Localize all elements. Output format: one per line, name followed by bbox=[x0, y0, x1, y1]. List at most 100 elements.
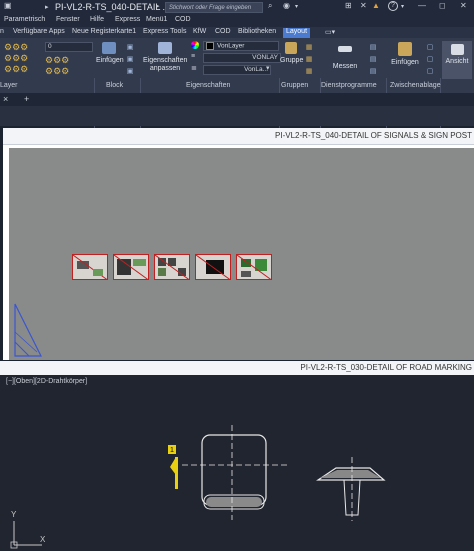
ucs-axis-icon: Y X bbox=[10, 510, 46, 549]
color-dropdown[interactable]: VonLayer bbox=[203, 41, 279, 51]
panel-label-clipboard[interactable]: Zwischenablage bbox=[390, 82, 441, 89]
file-tab-bar: × + bbox=[0, 93, 474, 106]
menu-express[interactable]: Express bbox=[115, 16, 140, 23]
autodesk-a-icon[interactable]: ▲ bbox=[372, 1, 380, 10]
menu-menue1[interactable]: Menü1 bbox=[146, 16, 167, 23]
grip-number: 1 bbox=[170, 447, 174, 454]
group-button[interactable]: Gruppe bbox=[280, 42, 304, 65]
clipboard-tool-icons[interactable]: ▢ ▢ ▢ bbox=[424, 42, 436, 78]
paste-label: Einfügen bbox=[391, 59, 419, 66]
view-button[interactable]: Ansicht bbox=[442, 41, 472, 79]
sheet-thumbnail bbox=[196, 255, 230, 279]
marker-front-view bbox=[182, 425, 290, 520]
tab-cod[interactable]: COD bbox=[215, 28, 231, 35]
layer-tool-icons[interactable]: ⚙⚙⚙ ⚙⚙⚙ ⚙⚙⚙ bbox=[4, 42, 42, 78]
match-properties-button[interactable]: Eigenschaften anpassen bbox=[143, 42, 187, 73]
tab-kfw[interactable]: KfW bbox=[193, 28, 206, 35]
dimension-grip[interactable]: 1 bbox=[168, 445, 178, 489]
color-swatch bbox=[206, 42, 214, 50]
search-input[interactable]: Stichwort oder Frage eingeben bbox=[165, 2, 263, 13]
lineweight-icon[interactable]: ≣ bbox=[191, 65, 197, 73]
insert-block-icon bbox=[102, 42, 116, 54]
panel-label-utilities[interactable]: Dienstprogramme bbox=[321, 82, 377, 89]
menu-parametrisch[interactable]: Parametrisch bbox=[4, 16, 45, 23]
group-label: Gruppe bbox=[280, 57, 304, 64]
marker-side-view bbox=[316, 457, 386, 521]
app-title: PI-VL2-R-TS_040-DETAIL ... bbox=[55, 2, 171, 12]
layer-dropdown[interactable]: 0 bbox=[45, 42, 93, 52]
menu-fenster[interactable]: Fenster bbox=[56, 16, 80, 23]
tab-stub[interactable]: n bbox=[0, 28, 4, 35]
help-dropdown-icon[interactable]: ▾ bbox=[401, 3, 404, 10]
user-icon[interactable]: ◉ bbox=[283, 1, 290, 10]
axis-y-label: Y bbox=[11, 510, 17, 519]
paste-icon bbox=[398, 42, 412, 56]
lineweight-dropdown[interactable]: VonLa... bbox=[203, 65, 271, 75]
view-label: Ansicht bbox=[445, 58, 469, 65]
layout-sheet-2[interactable] bbox=[113, 254, 149, 280]
layout-window-bottom[interactable]: PI-VL2-R-TS_030-DETAIL OF ROAD MARKING [… bbox=[0, 361, 474, 551]
layout-window-top[interactable]: PI-VL2-R-TS_040-DETAIL OF SIGNALS & SIGN… bbox=[3, 128, 474, 360]
model-space-canvas[interactable]: 1 Y X bbox=[0, 375, 474, 551]
menu-cod[interactable]: COD bbox=[175, 16, 191, 23]
cart-icon[interactable]: ⊞ bbox=[345, 1, 352, 10]
linetype-value: VONLAY bbox=[252, 54, 278, 61]
window-title-bar[interactable]: PI-VL2-R-TS_040-DETAIL OF SIGNALS & SIGN… bbox=[3, 128, 474, 145]
layout-sheet-1[interactable] bbox=[72, 254, 108, 280]
search-icon[interactable]: ⌕ bbox=[268, 1, 272, 11]
tab-neue-registerkarte1[interactable]: Neue Registerkarte1 bbox=[72, 28, 136, 35]
play-icon[interactable]: ▸ bbox=[45, 3, 49, 11]
ribbon: ⚙⚙⚙ ⚙⚙⚙ ⚙⚙⚙ 0 ⚙⚙⚙ ⚙⚙⚙ Einfügen ▣ ▣ ▣ Eigensch… bbox=[0, 38, 474, 130]
paste-button[interactable]: Einfügen bbox=[390, 42, 420, 67]
insert-block-button[interactable]: Einfügen bbox=[96, 42, 124, 65]
help-icon[interactable]: ? bbox=[388, 1, 398, 11]
group-tool-icons[interactable]: ▦ ▦ ▦ bbox=[304, 42, 314, 78]
layer-buttons[interactable]: ⚙⚙⚙ ⚙⚙⚙ bbox=[45, 55, 93, 79]
axis-x-label: X bbox=[40, 535, 46, 544]
view-icon bbox=[450, 44, 464, 55]
sheet-thumbnail bbox=[73, 255, 107, 279]
panel-label-block[interactable]: Block bbox=[106, 82, 123, 89]
search-arrow-icon[interactable]: ▸ bbox=[156, 2, 160, 10]
layout-sheet-4[interactable] bbox=[195, 254, 231, 280]
exchange-icon[interactable]: ✕ bbox=[360, 1, 367, 10]
ribbon-tabs: n Verfügbare Apps Neue Registerkarte1 Ex… bbox=[0, 27, 474, 38]
quick-access-icon[interactable]: ▣ bbox=[4, 1, 12, 10]
title-bar: ▣ ▸ PI-VL2-R-TS_040-DETAIL ... ▸ Stichwo… bbox=[0, 0, 474, 15]
tab-verfuegbare-apps[interactable]: Verfügbare Apps bbox=[13, 28, 65, 35]
utility-tool-icons[interactable]: ▤ ▤ ▤ bbox=[366, 42, 380, 78]
layout-sheet-3[interactable] bbox=[154, 254, 190, 280]
group-icon bbox=[285, 42, 297, 54]
tab-overflow-icon[interactable]: ▭▾ bbox=[325, 28, 335, 36]
restore-icon[interactable]: ◻ bbox=[439, 1, 446, 10]
insert-block-label: Einfügen bbox=[96, 57, 124, 64]
linetype-dropdown[interactable]: VONLAY bbox=[203, 53, 281, 63]
block-tool-icons[interactable]: ▣ ▣ ▣ bbox=[124, 42, 136, 78]
close-file-tab-icon[interactable]: × bbox=[3, 94, 8, 104]
transparency-icon[interactable]: ▾ bbox=[266, 65, 270, 73]
measure-button[interactable]: Messen bbox=[328, 46, 362, 71]
menu-bar: Parametrisch Fenster Hilfe Express Menü1… bbox=[0, 15, 474, 27]
linetype-icon[interactable]: ≡ bbox=[191, 53, 195, 61]
window-title-bar[interactable]: PI-VL2-R-TS_030-DETAIL OF ROAD MARKING bbox=[0, 361, 474, 375]
panel-label-properties[interactable]: Eigenschaften bbox=[186, 82, 230, 89]
tab-bibliotheken[interactable]: Bibliotheken bbox=[238, 28, 276, 35]
lineweight-value: VonLa... bbox=[244, 66, 268, 73]
paper-space-canvas[interactable] bbox=[9, 148, 474, 360]
color-wheel-icon[interactable] bbox=[191, 41, 199, 49]
panel-label-groups[interactable]: Gruppen bbox=[281, 82, 308, 89]
new-file-tab-icon[interactable]: + bbox=[24, 94, 29, 104]
properties-icon bbox=[158, 42, 172, 54]
layout-sheet-5[interactable] bbox=[236, 254, 272, 280]
menu-hilfe[interactable]: Hilfe bbox=[90, 16, 104, 23]
user-dropdown-icon[interactable]: ▾ bbox=[295, 3, 298, 10]
sheet-thumbnail bbox=[155, 255, 189, 279]
panel-label-layer[interactable]: Layer bbox=[0, 82, 18, 89]
minimize-icon[interactable]: — bbox=[418, 1, 426, 10]
tab-layout[interactable]: Layout bbox=[283, 28, 311, 38]
close-icon[interactable]: ✕ bbox=[460, 1, 467, 10]
sheet-thumbnail bbox=[237, 255, 271, 279]
tab-express-tools[interactable]: Express Tools bbox=[143, 28, 186, 35]
window-title: PI-VL2-R-TS_040-DETAIL OF SIGNALS & SIGN… bbox=[275, 131, 472, 140]
sheet-thumbnail bbox=[114, 255, 148, 279]
